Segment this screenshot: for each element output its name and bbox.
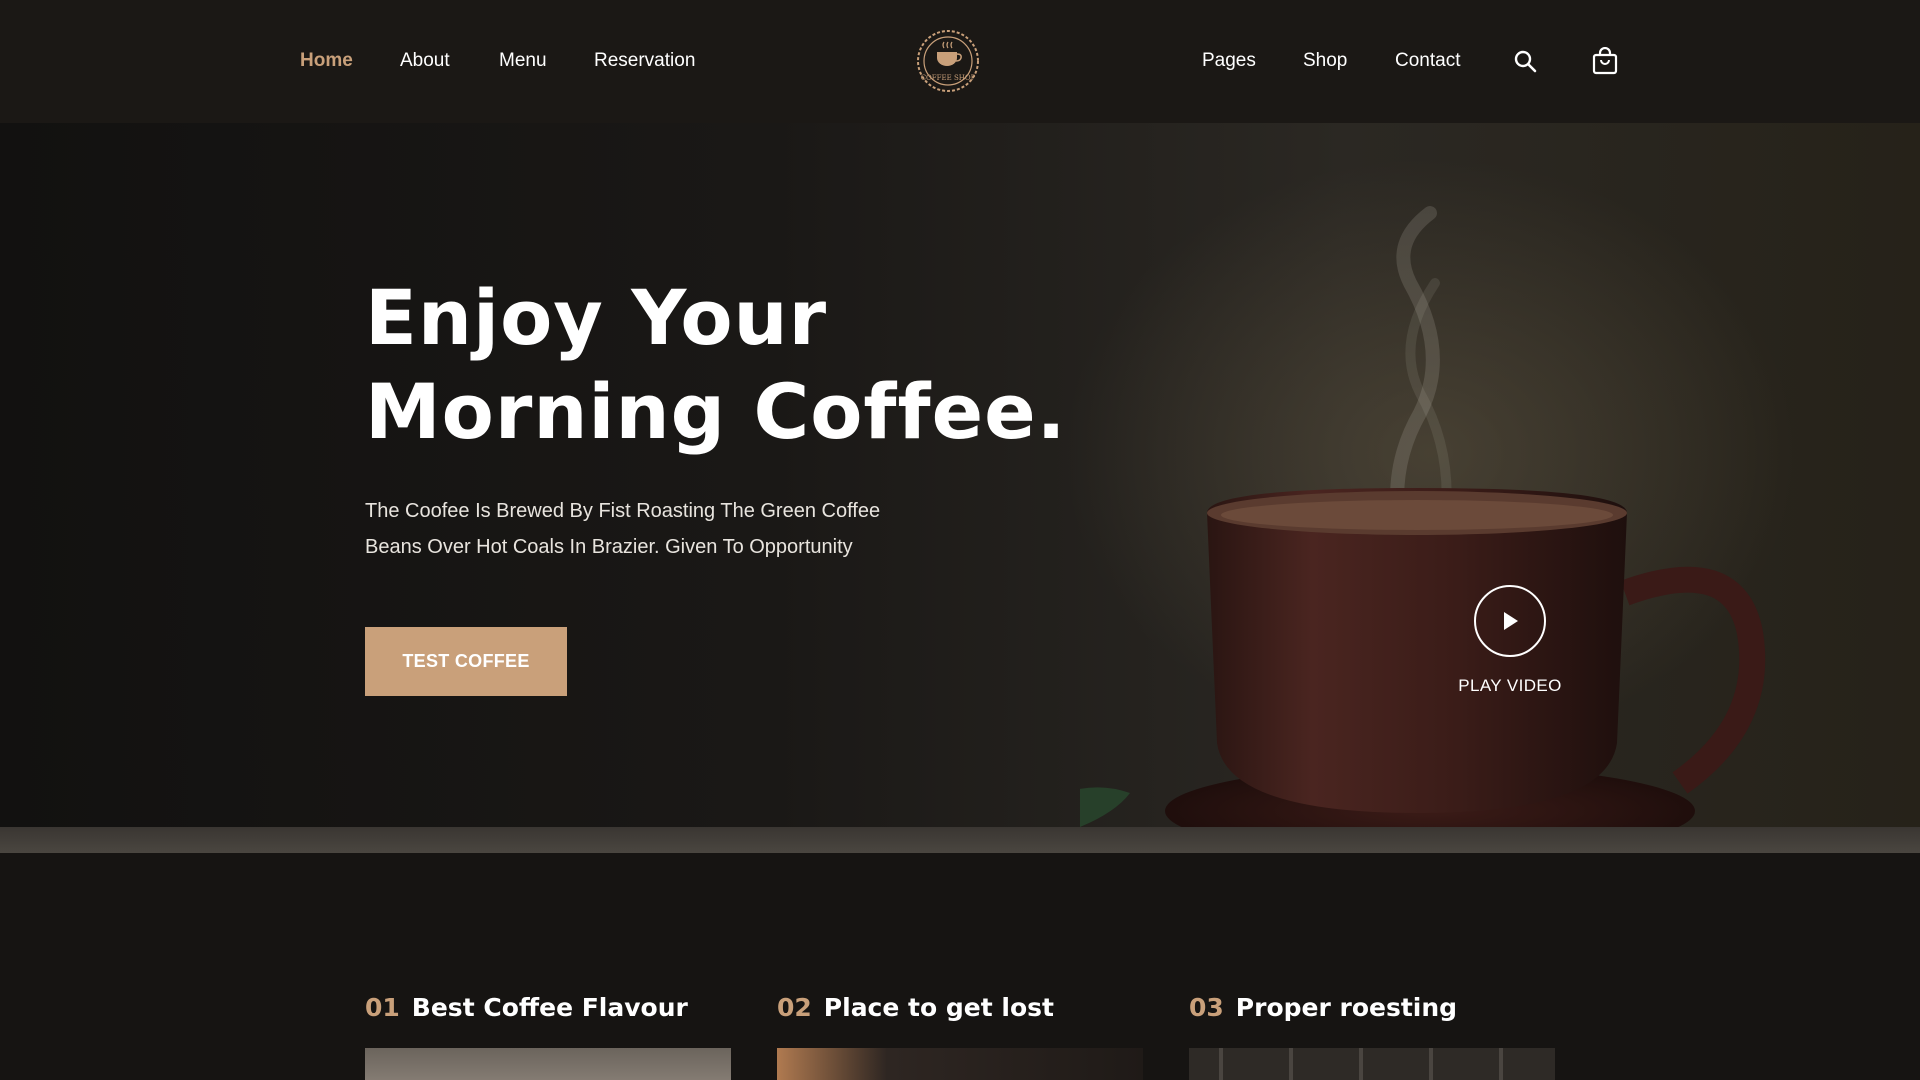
nav-home[interactable]: Home [300, 50, 353, 72]
hero-description-line-2: Beans Over Hot Coals In Brazier. Given T… [365, 536, 853, 558]
feature-item-1: 01 Best Coffee Flavour [365, 993, 688, 1022]
hero-title-line-1: Enjoy Your [365, 273, 828, 362]
logo-text: COFFEE SHOP [921, 74, 976, 82]
coffee-cup-image [1080, 206, 1766, 853]
feature-item-3: 03 Proper roesting [1189, 993, 1457, 1022]
nav-reservation[interactable]: Reservation [594, 50, 695, 72]
nav-contact[interactable]: Contact [1395, 50, 1460, 72]
nav-menu[interactable]: Menu [499, 50, 547, 72]
feature-number: 01 [365, 993, 400, 1022]
search-button[interactable] [1510, 46, 1540, 76]
feature-image-2 [777, 1048, 1143, 1080]
logo-badge-icon: COFFEE SHOP [917, 30, 979, 92]
nav-pages[interactable]: Pages [1202, 50, 1256, 72]
feature-item-2: 02 Place to get lost [777, 993, 1054, 1022]
feature-title: Proper roesting [1235, 993, 1458, 1022]
shopping-bag-icon [1592, 47, 1618, 75]
cart-button[interactable] [1590, 46, 1620, 76]
feature-number: 03 [1189, 993, 1224, 1022]
hero-floor-edge [0, 827, 1920, 853]
hero-description-line-1: The Coofee Is Brewed By Fist Roasting Th… [365, 500, 881, 522]
hero-title-line-2: Morning Coffee. [365, 367, 1067, 456]
feature-title: Place to get lost [823, 993, 1054, 1022]
feature-image-3 [1189, 1048, 1555, 1080]
play-video-button[interactable] [1474, 585, 1546, 657]
hero-section: Enjoy Your Morning Coffee. The Coofee Is… [0, 123, 1920, 853]
play-icon [1504, 612, 1518, 630]
nav-shop[interactable]: Shop [1303, 50, 1347, 72]
test-coffee-button[interactable]: TEST COFFEE [365, 627, 567, 696]
search-icon [1514, 50, 1537, 73]
site-header: Home About Menu Reservation COFFEE SHOP … [0, 0, 1920, 123]
feature-number: 02 [777, 993, 812, 1022]
feature-title: Best Coffee Flavour [411, 993, 688, 1022]
play-video-label[interactable]: PLAY VIDEO [1440, 676, 1580, 696]
hero-title: Enjoy Your Morning Coffee. [365, 271, 1085, 459]
hero-description: The Coofee Is Brewed By Fist Roasting Th… [365, 493, 925, 565]
coffee-shop-logo[interactable]: COFFEE SHOP [910, 28, 986, 94]
feature-image-1 [365, 1048, 731, 1080]
nav-about[interactable]: About [400, 50, 450, 72]
